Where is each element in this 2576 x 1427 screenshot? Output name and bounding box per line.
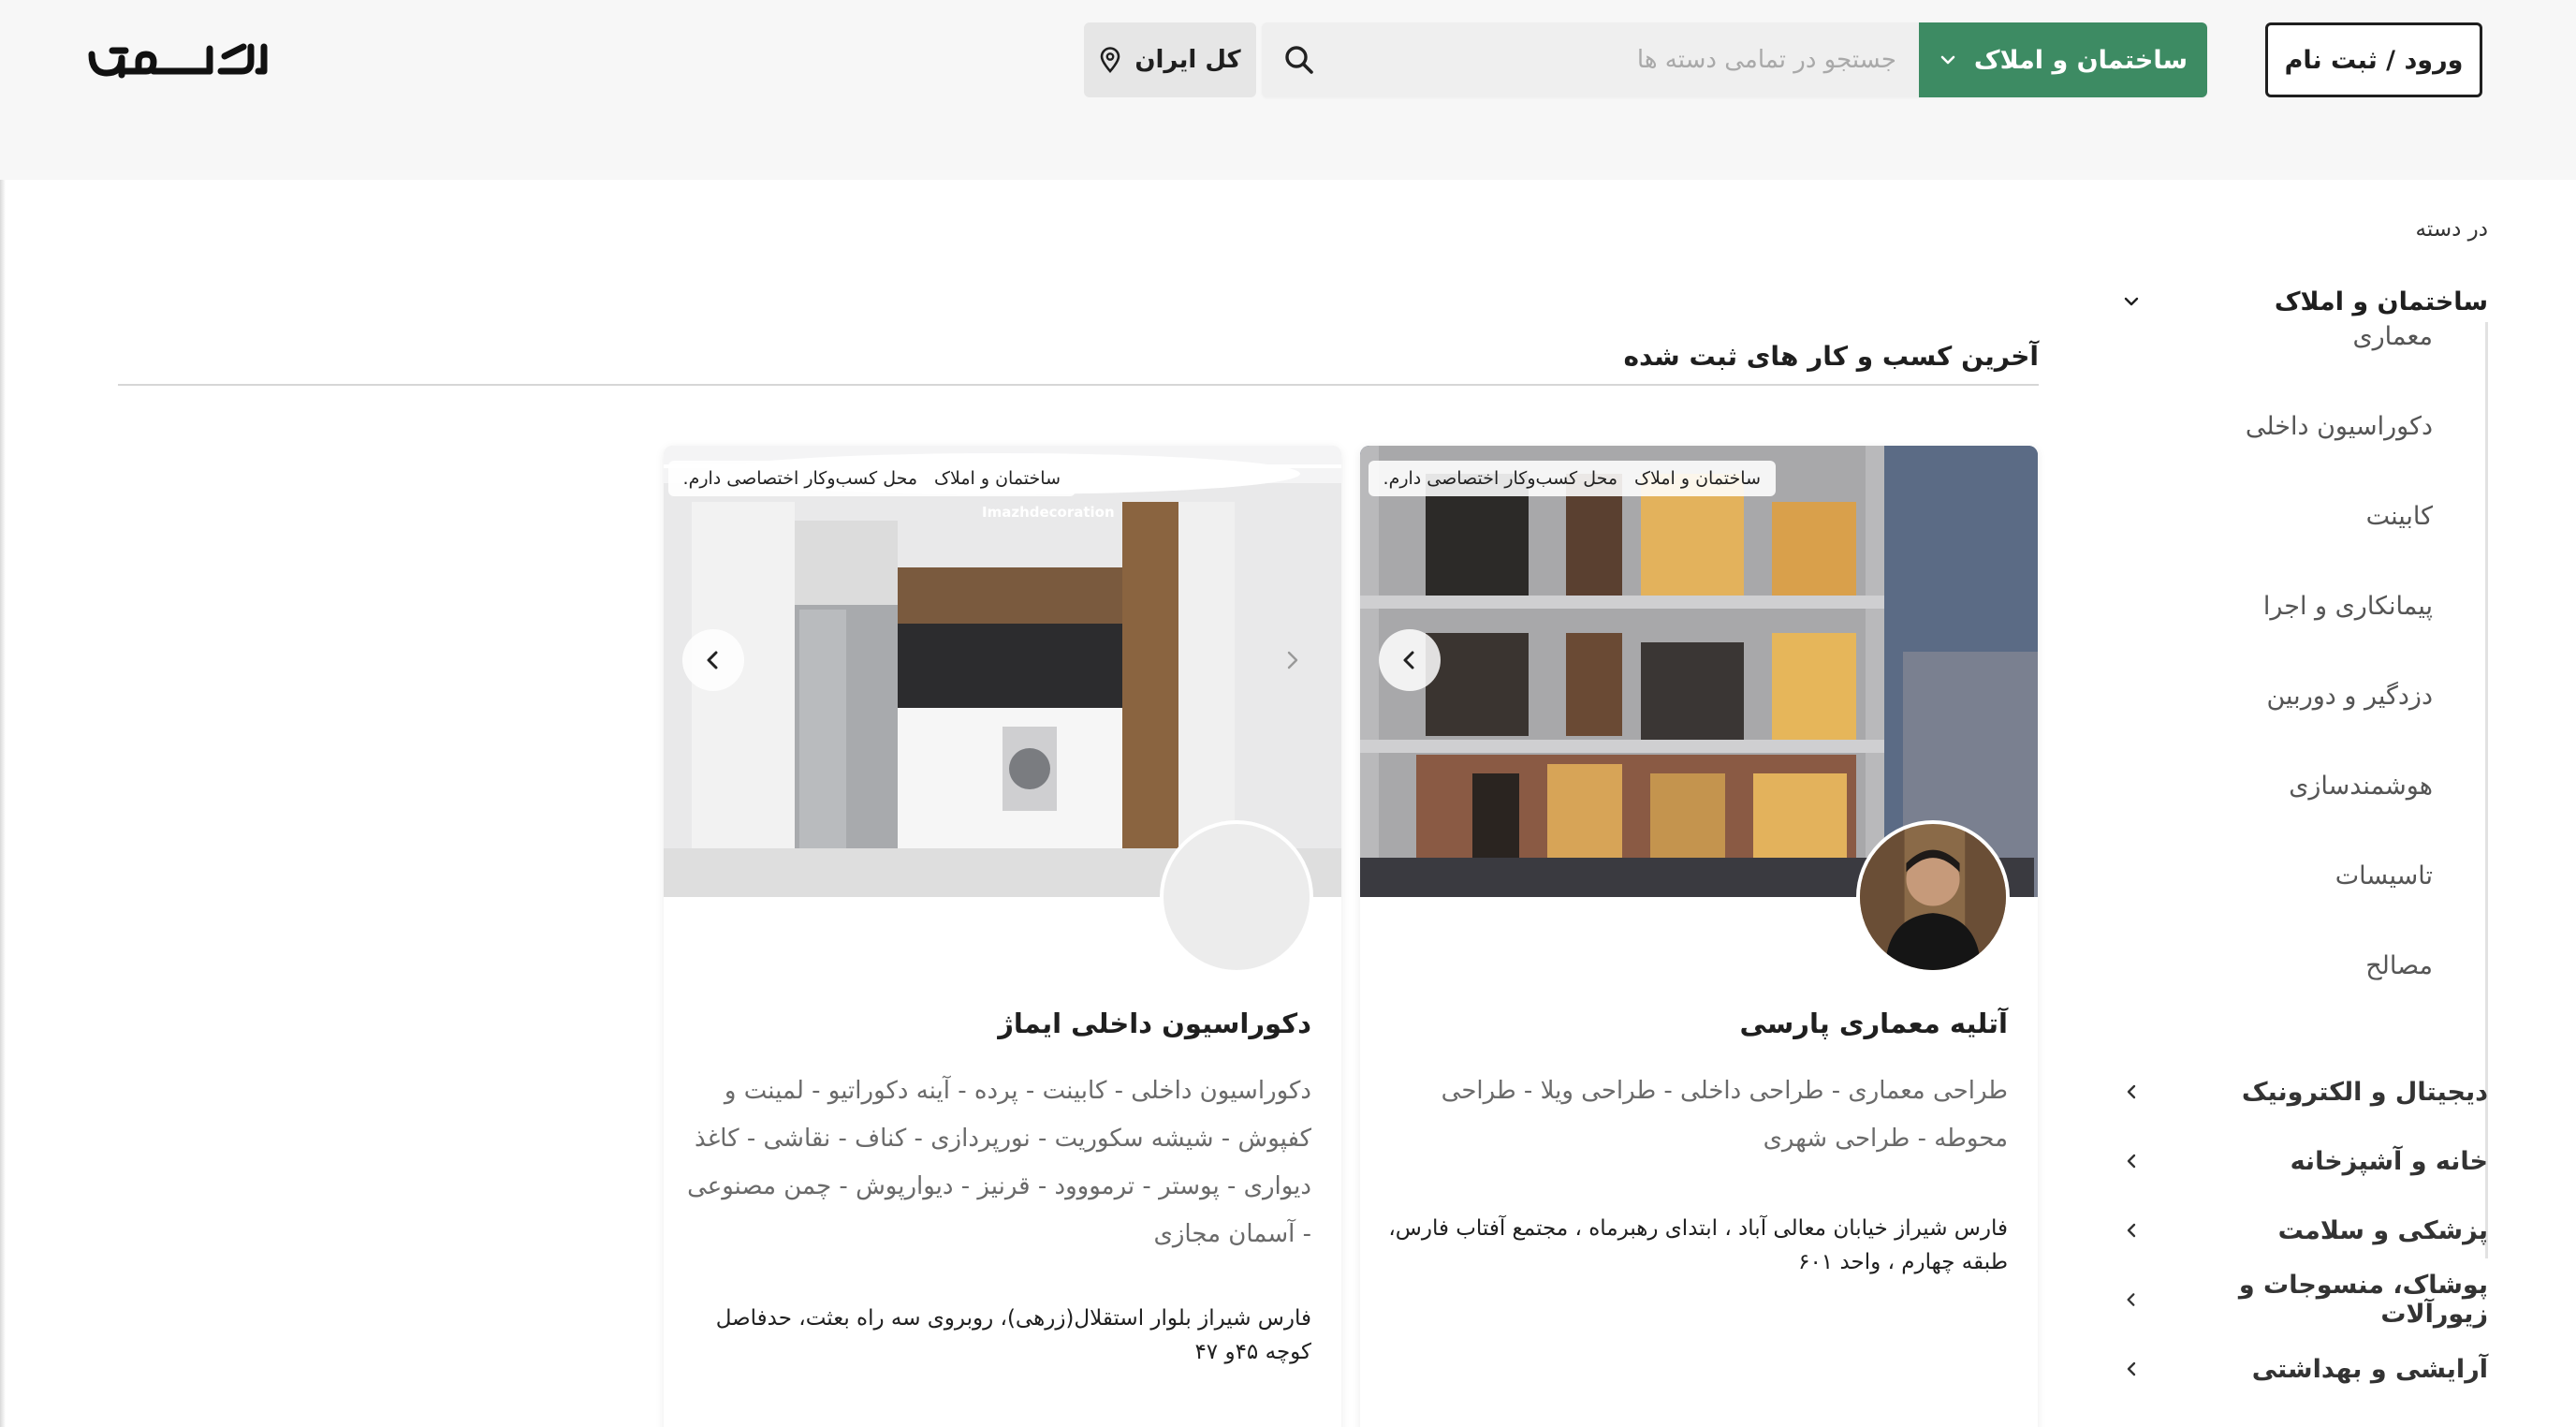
subcategory-item[interactable]: مصالح bbox=[2365, 951, 2433, 980]
sidebar-category[interactable]: دیجیتال و الکترونیک bbox=[2106, 1064, 2488, 1120]
business-description: دکوراسیون داخلی - کابینت - پرده - آینه د… bbox=[687, 1077, 1311, 1248]
sidebar-category[interactable]: پوشاک، منسوجات و زیورآلات bbox=[2106, 1271, 2488, 1329]
sidebar-category-label: ساختمان و املاک bbox=[2274, 287, 2488, 316]
search-bar: ساختمان و املاک bbox=[1262, 22, 2207, 97]
sidebar-category-label: آرایشی و بهداشتی bbox=[2251, 1354, 2488, 1384]
card-badge-note: محل کسب‌وکار اختصاصی دارم. bbox=[1383, 468, 1618, 489]
chevron-left-icon bbox=[2127, 1084, 2136, 1099]
sidebar-category[interactable]: خانه و آشپزخانه bbox=[2106, 1133, 2488, 1189]
search-input[interactable] bbox=[1329, 22, 1919, 97]
card-badge: ساختمان و املاک محل کسب‌وکار اختصاصی دار… bbox=[667, 461, 1076, 496]
subcategory-item[interactable]: هوشمندسازی bbox=[2289, 772, 2433, 801]
subcategory-item[interactable]: معماری bbox=[2353, 322, 2434, 351]
sidebar-category-label: پوشاک، منسوجات و زیورآلات bbox=[2238, 1271, 2488, 1329]
slider-next-button[interactable] bbox=[1261, 629, 1323, 691]
search-icon[interactable] bbox=[1281, 41, 1318, 79]
location-pin-icon bbox=[1101, 47, 1120, 73]
subcategory-item[interactable]: دزدگیر و دوربین bbox=[2266, 682, 2433, 711]
card-badge: ساختمان و املاک محل کسب‌وکار اختصاصی دار… bbox=[1368, 461, 1776, 496]
sidebar-category[interactable]: آرایشی و بهداشتی bbox=[2106, 1341, 2488, 1397]
business-card[interactable]: ساختمان و املاک محل کسب‌وکار اختصاصی دار… bbox=[1360, 446, 2038, 1427]
chevron-left-icon bbox=[2127, 1154, 2136, 1169]
site-logo[interactable] bbox=[84, 34, 271, 86]
photo-watermark: Imazhdecoration bbox=[982, 504, 1115, 521]
location-label: کل ایران bbox=[1134, 46, 1241, 74]
browser-edge bbox=[0, 0, 6, 1427]
chevron-left-icon bbox=[707, 651, 718, 669]
location-selector[interactable]: کل ایران bbox=[1084, 22, 1256, 97]
business-title[interactable]: آتلیه معماری پارسی bbox=[1739, 1008, 2008, 1039]
chevron-down-icon bbox=[1940, 55, 1955, 65]
business-avatar-placeholder bbox=[1160, 820, 1313, 974]
chevron-left-icon bbox=[1403, 651, 1414, 669]
person-photo bbox=[1860, 824, 2006, 970]
subcategory-item[interactable]: دکوراسیون داخلی bbox=[2246, 412, 2433, 441]
card-badge-note: محل کسب‌وکار اختصاصی دارم. bbox=[682, 468, 918, 489]
business-title[interactable]: دکوراسیون داخلی ایماژ bbox=[998, 1008, 1311, 1039]
subcategory-item[interactable]: کابینت bbox=[2366, 502, 2433, 531]
sidebar-category[interactable]: پزشکی و سلامت bbox=[2106, 1202, 2488, 1258]
logo-mark bbox=[88, 43, 268, 79]
chevron-down-icon bbox=[2124, 297, 2139, 306]
site-header: کل ایران ساختمان و املاک ورود / ثبت نام bbox=[0, 0, 2576, 180]
login-register-button[interactable]: ورود / ثبت نام bbox=[2265, 22, 2482, 97]
section-title: آخرین کسب و کار های ثبت شده bbox=[1623, 341, 2039, 372]
chevron-left-icon bbox=[2127, 1361, 2136, 1376]
sidebar-category-label: دیجیتال و الکترونیک bbox=[2241, 1077, 2488, 1107]
sidebar-category-label: خانه و آشپزخانه bbox=[2290, 1146, 2488, 1176]
business-description: طراحی معماری - طراحی داخلی - طراحی ویلا … bbox=[1441, 1077, 2008, 1153]
section-divider bbox=[118, 384, 2039, 386]
category-dropdown-label: ساختمان و املاک bbox=[1973, 45, 2188, 75]
chevron-right-icon bbox=[1287, 651, 1298, 669]
sidebar-category-active[interactable]: ساختمان و املاک bbox=[2106, 273, 2488, 330]
sidebar-category-label: پزشکی و سلامت bbox=[2277, 1215, 2488, 1245]
subcategory-item[interactable]: تاسیسات bbox=[2335, 861, 2433, 890]
sidebar-heading: در دسته bbox=[2415, 217, 2488, 242]
slider-prev-button[interactable] bbox=[1379, 629, 1441, 691]
business-address: فارس شیراز خیابان معالی آباد ، ابتدای ره… bbox=[1388, 1216, 2008, 1274]
card-badge-category: ساختمان و املاک bbox=[934, 468, 1061, 489]
category-dropdown[interactable]: ساختمان و املاک bbox=[1919, 22, 2207, 97]
chevron-left-icon bbox=[2127, 1293, 2135, 1306]
slider-prev-button[interactable] bbox=[682, 629, 744, 691]
business-avatar bbox=[1856, 820, 2010, 974]
chevron-left-icon bbox=[2127, 1223, 2136, 1238]
business-address: فارس شیراز بلوار استقلال(زرهی)، روبروی س… bbox=[715, 1306, 1311, 1364]
subcategory-item[interactable]: پیمانکاری و اجرا bbox=[2263, 592, 2433, 621]
card-badge-category: ساختمان و املاک bbox=[1634, 468, 1761, 489]
business-card[interactable]: ساختمان و املاک محل کسب‌وکار اختصاصی دار… bbox=[664, 446, 1341, 1427]
